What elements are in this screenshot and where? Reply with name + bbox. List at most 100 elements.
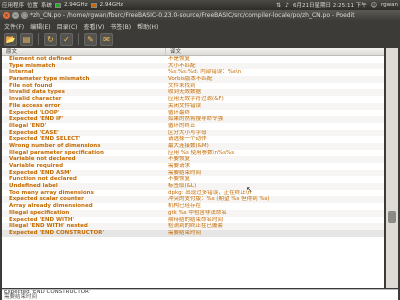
table-row[interactable]: Illegal specification gtk %s 中包含非法命名 <box>2 209 384 217</box>
table-row[interactable]: Element not defined 不是恢复 <box>2 56 384 63</box>
table-row[interactable]: Wrong number of dimensions 最大连接数(&M) <box>2 142 384 150</box>
source-cell: Parameter type mismatch <box>9 76 90 83</box>
validate-icon[interactable]: ✓ <box>60 32 73 46</box>
source-cell: Expected 'END CONSTRUCTOR' <box>9 229 105 236</box>
translation-cell: 不要恢复 <box>168 156 191 163</box>
translation-list[interactable]: 原文 译文 Element not defined 不是恢复 Type mismat… <box>2 48 384 288</box>
translation-cell: 需要结束时间 <box>168 229 202 236</box>
source-cell: Expected 'CASE' <box>9 129 59 136</box>
clock[interactable]: 6月21日星期日 2:25:11 下午 <box>293 1 367 9</box>
toolbar-separator <box>38 33 39 45</box>
comment-icon[interactable]: ✉ <box>100 32 113 46</box>
source-cell: File access error <box>9 102 61 109</box>
table-row[interactable]: Expected scalar counter 冲突的支付版：%s (期望 %s … <box>2 196 384 204</box>
maximize-window-icon[interactable]: □ <box>21 12 28 19</box>
translation-cell: 循环最终 <box>168 109 191 116</box>
source-cell: Internal <box>9 69 34 76</box>
translation-cell: 不要恢复 <box>168 176 191 183</box>
menu-edit[interactable]: 编辑(E) <box>30 22 50 31</box>
table-row[interactable]: File access error 关闭文件错误 <box>2 102 384 110</box>
menu-file[interactable]: 文件(F) <box>4 22 24 31</box>
table-row[interactable]: Expected 'END ASM' 需要结束时间 <box>2 169 384 177</box>
toolbar: 📂 ▤ ↻ ✓ ✎ ✉ <box>0 31 400 47</box>
translation-cell: 循环的终止 <box>168 122 196 129</box>
translation-cell: 请选择一个动作 <box>168 136 207 143</box>
source-cell: Wrong number of dimensions <box>9 142 101 149</box>
table-row[interactable]: Invalid data types 收到无效数据 <box>2 89 384 97</box>
source-cell: Undefined label <box>9 183 58 190</box>
table-row[interactable]: Illegal 'END WITH' nested 检测到的终止在已嵌套 <box>2 223 384 230</box>
applications-menu[interactable]: 应用程序 <box>2 1 24 9</box>
source-cell: Illegal 'END WITH' nested <box>9 223 88 230</box>
close-window-icon[interactable]: × <box>3 12 10 19</box>
translation-cell: 文件未找到 <box>168 82 196 89</box>
source-cell: Expected scalar counter <box>9 196 84 203</box>
system-menu[interactable]: 系统 <box>41 1 52 9</box>
user-icon[interactable]: ☺ <box>371 2 377 9</box>
table-row[interactable]: Expected 'END SELECT' 请选择一个动作 <box>2 136 384 143</box>
user-name[interactable]: rgwan <box>381 2 398 8</box>
translation-cell: 关闭文件错误 <box>168 102 202 109</box>
source-cell: Expected 'END WITH' <box>9 216 75 223</box>
table-row[interactable]: Too many array dimensions dpkg: 出现过多错误，正在… <box>2 190 384 197</box>
table-row[interactable]: Array already dimensioned 机构已经存在 <box>2 203 384 210</box>
table-row[interactable]: Function not declared 不要恢复 <box>2 176 384 183</box>
translation-cell: 期待结的结束命名时间 <box>168 216 224 223</box>
menu-bookmarks[interactable]: 书签(B) <box>110 22 131 31</box>
table-row[interactable]: Undefined label 标签取(&L) <box>2 183 384 190</box>
source-cell: Variable not declared <box>9 156 76 163</box>
translation-text-input[interactable]: 需要结束时间 <box>2 294 398 300</box>
cpu-frequency-1: 2.94GHz <box>64 2 88 8</box>
menu-catalog[interactable]: 目录(C) <box>57 22 78 31</box>
translation-cell: 最大连接数(&M) <box>168 142 209 149</box>
source-cell: Expected 'END SELECT' <box>9 136 81 143</box>
column-header-translation[interactable]: 译文 <box>166 48 181 55</box>
mouse-pointer-icon: ↖ <box>246 185 253 194</box>
table-row[interactable]: Expected 'CASE' 区分大小写字母 <box>2 129 384 137</box>
update-icon[interactable]: ↻ <box>44 32 57 46</box>
translation-cell: 大小不匹配 <box>168 62 196 69</box>
minimize-window-icon[interactable]: – <box>12 12 19 19</box>
table-row[interactable]: Variable not declared 不要恢复 <box>2 156 384 163</box>
scrollbar-thumb[interactable] <box>388 211 396 223</box>
source-cell: Invalid character <box>9 96 62 103</box>
translation-cell: 机构已经存在 <box>168 203 202 210</box>
table-row[interactable]: Expected 'END IF' 如果的然将搜寻命令强 <box>2 116 384 123</box>
translation-cell: Vorbis版本不匹配 <box>168 76 213 83</box>
table-row[interactable]: Invalid character 应用无效字符过滤(&F) <box>2 96 384 103</box>
places-menu[interactable]: 位置 <box>27 1 38 9</box>
table-header: 原文 译文 <box>2 48 384 56</box>
vertical-scrollbar[interactable] <box>386 48 398 288</box>
source-cell: Illegal 'END' <box>9 122 47 129</box>
window-title-bar[interactable]: × – □ *zh_CN.po - /home/rgwan/fbsrc/Free… <box>0 10 400 21</box>
table-row[interactable]: Expected 'LOOP' 循环最终 <box>2 110 384 117</box>
table-row[interactable]: Expected 'END CONSTRUCTOR' 需要结束时间 <box>2 229 384 237</box>
volume-icon[interactable]: ♪ <box>285 2 289 9</box>
table-row[interactable]: Illegal 'END' 循环的终止 <box>2 123 384 130</box>
source-cell: Illegal parameter specification <box>9 149 104 156</box>
open-icon[interactable]: 📂 <box>4 32 17 46</box>
save-icon[interactable]: ▤ <box>20 32 33 46</box>
menu-help[interactable]: 帮助(H) <box>137 22 158 31</box>
table-row[interactable]: File not found 文件未找到 <box>2 83 384 90</box>
menu-view[interactable]: 查看(V) <box>84 22 105 31</box>
translation-cell: 检测到的终止在已嵌套 <box>168 223 224 230</box>
table-row[interactable]: Expected 'END WITH' 期待结的结束命名时间 <box>2 217 384 224</box>
translation-cell: gtk %s 中包含非法命名 <box>168 209 227 216</box>
source-cell: Illegal specification <box>9 209 70 216</box>
table-row[interactable]: Type mismatch 大小不匹配 <box>2 62 384 70</box>
source-cell: Array already dimensioned <box>9 203 93 210</box>
cpu-monitor-icon-2 <box>90 2 97 8</box>
column-header-source[interactable]: 原文 <box>2 48 166 55</box>
source-cell: Element not defined <box>9 56 72 62</box>
table-row[interactable]: Illegal parameter specification 应用 %s 使用参… <box>2 150 384 157</box>
fuzzy-icon[interactable]: ✎ <box>84 32 97 46</box>
translation-cell: 如果的然将搜寻命令强 <box>168 116 224 123</box>
translation-cell: 不是恢复 <box>168 56 191 62</box>
table-row[interactable]: Parameter type mismatch Vorbis版本不匹配 <box>2 76 384 83</box>
table-row[interactable]: Internal %s:%s:%d: 内部错误：%s\n <box>2 69 384 76</box>
source-cell: Variable required <box>9 163 64 169</box>
table-row[interactable]: Variable required 需要请求 <box>2 163 384 170</box>
translation-cell: 区分大小写字母 <box>168 129 207 136</box>
network-icon[interactable]: ⇅ <box>276 2 281 9</box>
